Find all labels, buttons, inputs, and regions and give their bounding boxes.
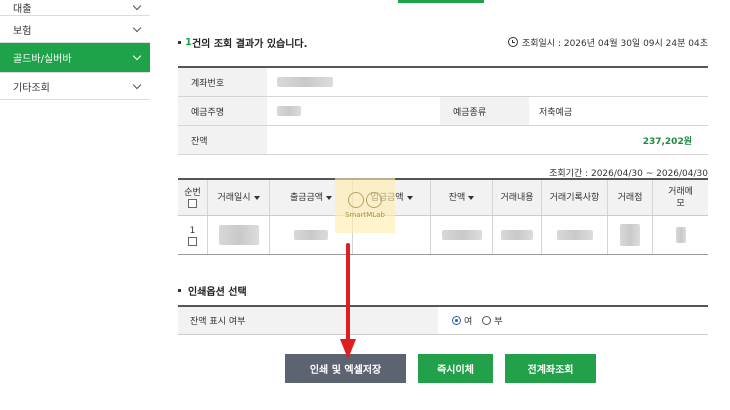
transactions-table: 순번 거래일시 출금금액 입금금액 잔액 거래내용 거래기록사항 거래점 거래메… <box>178 178 708 255</box>
col-withdraw-label: 출금금액 <box>289 192 324 203</box>
print-options-title: 인쇄옵션 선택 <box>178 283 247 298</box>
radio-no-label: 부 <box>494 317 503 327</box>
col-date[interactable]: 거래일시 <box>208 180 270 215</box>
account-number-label: 계좌번호 <box>178 68 267 96</box>
sort-down-icon <box>468 195 475 200</box>
watermark-text: SmartMLab <box>345 211 385 219</box>
bullet-icon <box>178 289 181 292</box>
col-date-label: 거래일시 <box>217 192 251 203</box>
redacted-value <box>675 227 686 243</box>
table-row: 1 <box>178 216 708 254</box>
chevron-down-icon <box>132 51 142 61</box>
chevron-down-icon <box>132 1 142 11</box>
redacted-value <box>277 106 301 116</box>
col-record: 거래기록사항 <box>542 180 608 215</box>
col-content-label: 거래내용 <box>500 192 534 203</box>
col-branch-label: 거래점 <box>617 192 643 203</box>
balance-show-label: 잔액 표시 여부 <box>178 307 438 334</box>
sort-down-icon <box>326 195 333 200</box>
account-number-value <box>267 68 708 96</box>
col-no-label: 순번 <box>184 188 201 198</box>
account-number-row: 계좌번호 <box>178 68 708 97</box>
select-all-checkbox[interactable] <box>188 199 197 208</box>
clock-icon <box>507 37 518 47</box>
redacted-value <box>556 230 593 240</box>
chevron-down-icon <box>132 23 142 32</box>
result-title-text: 건의 조회 결과가 있습니다. <box>191 38 308 50</box>
col-memo: 거래메모 <box>653 180 708 215</box>
row-balance <box>431 216 493 254</box>
chevron-down-icon <box>132 80 142 89</box>
sort-down-icon <box>406 195 413 200</box>
redacted-value <box>501 230 533 240</box>
query-time: 조회일시 : 2026년 04월 30일 09시 24분 04초 <box>507 36 708 49</box>
holder-label: 예금주명 <box>178 97 267 125</box>
account-type-value: 저축예금 <box>539 107 573 118</box>
row-content <box>493 216 542 254</box>
bullet-icon <box>178 40 181 44</box>
account-type-label: 예금종류 <box>440 97 529 125</box>
sidebar-item-insurance[interactable]: 보험 <box>0 16 150 43</box>
redacted-value <box>620 224 640 246</box>
active-tab-indicator <box>398 0 484 3</box>
sidebar: 대출 보험 골드바/실버바 기타조회 <box>0 0 150 100</box>
redacted-value <box>441 230 482 240</box>
glasses-icon <box>348 192 382 208</box>
red-arrow-annotation <box>340 243 356 359</box>
result-title: 1 건의 조회 결과가 있습니다. <box>178 35 307 50</box>
row-memo <box>653 216 708 254</box>
sidebar-item-label: 보험 <box>13 25 32 37</box>
row-no-value: 1 <box>189 225 196 236</box>
row-branch <box>608 216 653 254</box>
query-time-text: 조회일시 : 2026년 04월 30일 09시 24분 04초 <box>521 38 708 49</box>
sidebar-item-label: 대출 <box>13 4 32 15</box>
holder-row: 예금주명 예금종류 저축예금 <box>178 97 708 126</box>
redacted-value <box>277 77 333 87</box>
sidebar-item-label: 기타조회 <box>13 82 50 94</box>
account-info-table: 계좌번호 예금주명 예금종류 저축예금 잔액 237,202원 <box>178 66 708 155</box>
balance-value: 237,202원 <box>642 136 692 147</box>
col-balance-label: 잔액 <box>448 192 466 203</box>
redacted-value <box>294 230 328 240</box>
row-record <box>542 216 608 254</box>
print-options-title-text: 인쇄옵션 선택 <box>188 287 247 298</box>
sidebar-item-loan[interactable]: 대출 <box>0 0 150 16</box>
holder-value <box>267 97 440 125</box>
row-no: 1 <box>178 216 208 254</box>
col-record-label: 거래기록사항 <box>549 192 600 203</box>
radio-selected-icon <box>452 316 461 325</box>
radio-no[interactable]: 부 <box>482 314 503 327</box>
sidebar-item-label: 골드바/실버바 <box>13 54 72 65</box>
col-content: 거래내용 <box>493 180 542 215</box>
radio-yes-label: 여 <box>464 317 473 327</box>
balance-show-options: 여 부 <box>438 307 708 334</box>
result-count: 1 <box>185 36 192 48</box>
watermark-logo: SmartMLab <box>335 178 395 233</box>
table-header-row: 순번 거래일시 출금금액 입금금액 잔액 거래내용 거래기록사항 거래점 거래메… <box>178 180 708 216</box>
row-date <box>208 216 270 254</box>
sidebar-item-gold-silver[interactable]: 골드바/실버바 <box>0 43 150 73</box>
radio-yes[interactable]: 여 <box>452 314 472 327</box>
balance-label: 잔액 <box>178 126 267 154</box>
all-accounts-button[interactable]: 전계좌조회 <box>505 354 596 383</box>
balance-row: 잔액 237,202원 <box>178 126 708 155</box>
row-checkbox[interactable] <box>188 236 197 246</box>
col-no: 순번 <box>178 180 208 215</box>
instant-transfer-button[interactable]: 즉시이체 <box>418 354 493 383</box>
print-options-table: 잔액 표시 여부 여 부 <box>178 305 708 335</box>
col-branch: 거래점 <box>608 180 653 215</box>
col-memo-label: 거래메모 <box>668 186 693 209</box>
result-header: 1 건의 조회 결과가 있습니다. 조회일시 : 2026년 04월 30일 0… <box>178 34 708 50</box>
radio-icon <box>482 316 492 325</box>
sort-down-icon <box>253 195 260 200</box>
sidebar-item-other[interactable]: 기타조회 <box>0 73 150 100</box>
col-balance[interactable]: 잔액 <box>431 180 493 215</box>
redacted-value <box>218 225 259 245</box>
